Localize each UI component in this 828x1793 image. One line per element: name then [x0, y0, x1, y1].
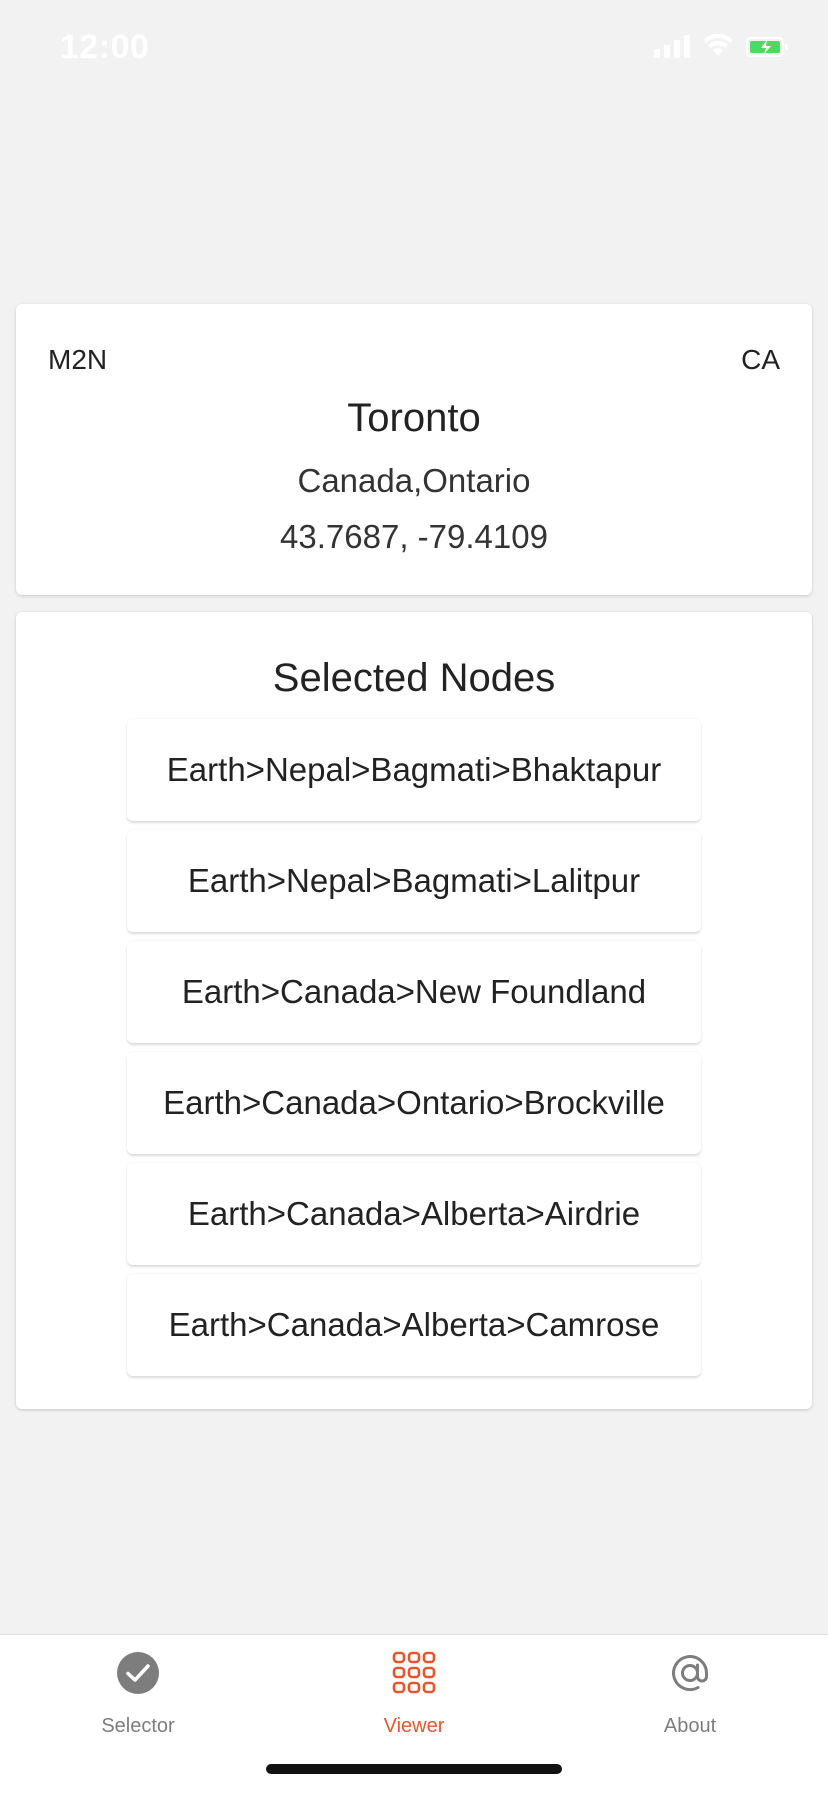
signal-icon — [654, 34, 690, 58]
node-item[interactable]: Earth>Canada>Ontario>Brockville — [127, 1052, 701, 1154]
at-icon — [552, 1649, 828, 1697]
status-icons — [654, 34, 788, 58]
selected-nodes-list: Earth>Nepal>Bagmati>Bhaktapur Earth>Nepa… — [127, 719, 701, 1385]
tab-label: Selector — [101, 1715, 175, 1737]
node-item[interactable]: Earth>Canada>New Foundland — [127, 941, 701, 1043]
tab-label: About — [663, 1715, 717, 1737]
node-item[interactable]: Earth>Canada>Alberta>Airdrie — [127, 1163, 701, 1265]
home-indicator[interactable] — [266, 1764, 562, 1774]
grid-icon — [276, 1649, 552, 1697]
country-code: CA — [741, 344, 780, 375]
coordinates: 43.7687, -79.4109 — [280, 518, 548, 555]
tab-viewer[interactable]: Viewer — [276, 1649, 552, 1738]
tab-label: Viewer — [383, 1715, 445, 1737]
wifi-icon — [702, 34, 734, 58]
status-bar: 12:00 — [0, 0, 828, 100]
node-item[interactable]: Earth>Nepal>Bagmati>Bhaktapur — [127, 719, 701, 821]
node-item[interactable]: Earth>Nepal>Bagmati>Lalitpur — [127, 830, 701, 932]
node-item[interactable]: Earth>Canada>Alberta>Camrose — [127, 1274, 701, 1376]
status-time: 12:00 — [60, 28, 150, 66]
region-name: Canada,Ontario — [297, 462, 531, 499]
tab-selector[interactable]: Selector — [0, 1649, 276, 1738]
check-circle-icon — [0, 1649, 276, 1697]
tab-about[interactable]: About — [552, 1649, 828, 1738]
selected-nodes-card: Selected Nodes Earth>Nepal>Bagmati>Bhakt… — [16, 612, 812, 1409]
postal-code: M2N — [48, 344, 108, 375]
battery-icon — [746, 36, 788, 58]
location-card: M2N CA Toronto Canada,Ontario 43.7687, -… — [16, 304, 812, 595]
city-name: Toronto — [347, 396, 481, 440]
selected-nodes-title: Selected Nodes — [272, 656, 556, 700]
